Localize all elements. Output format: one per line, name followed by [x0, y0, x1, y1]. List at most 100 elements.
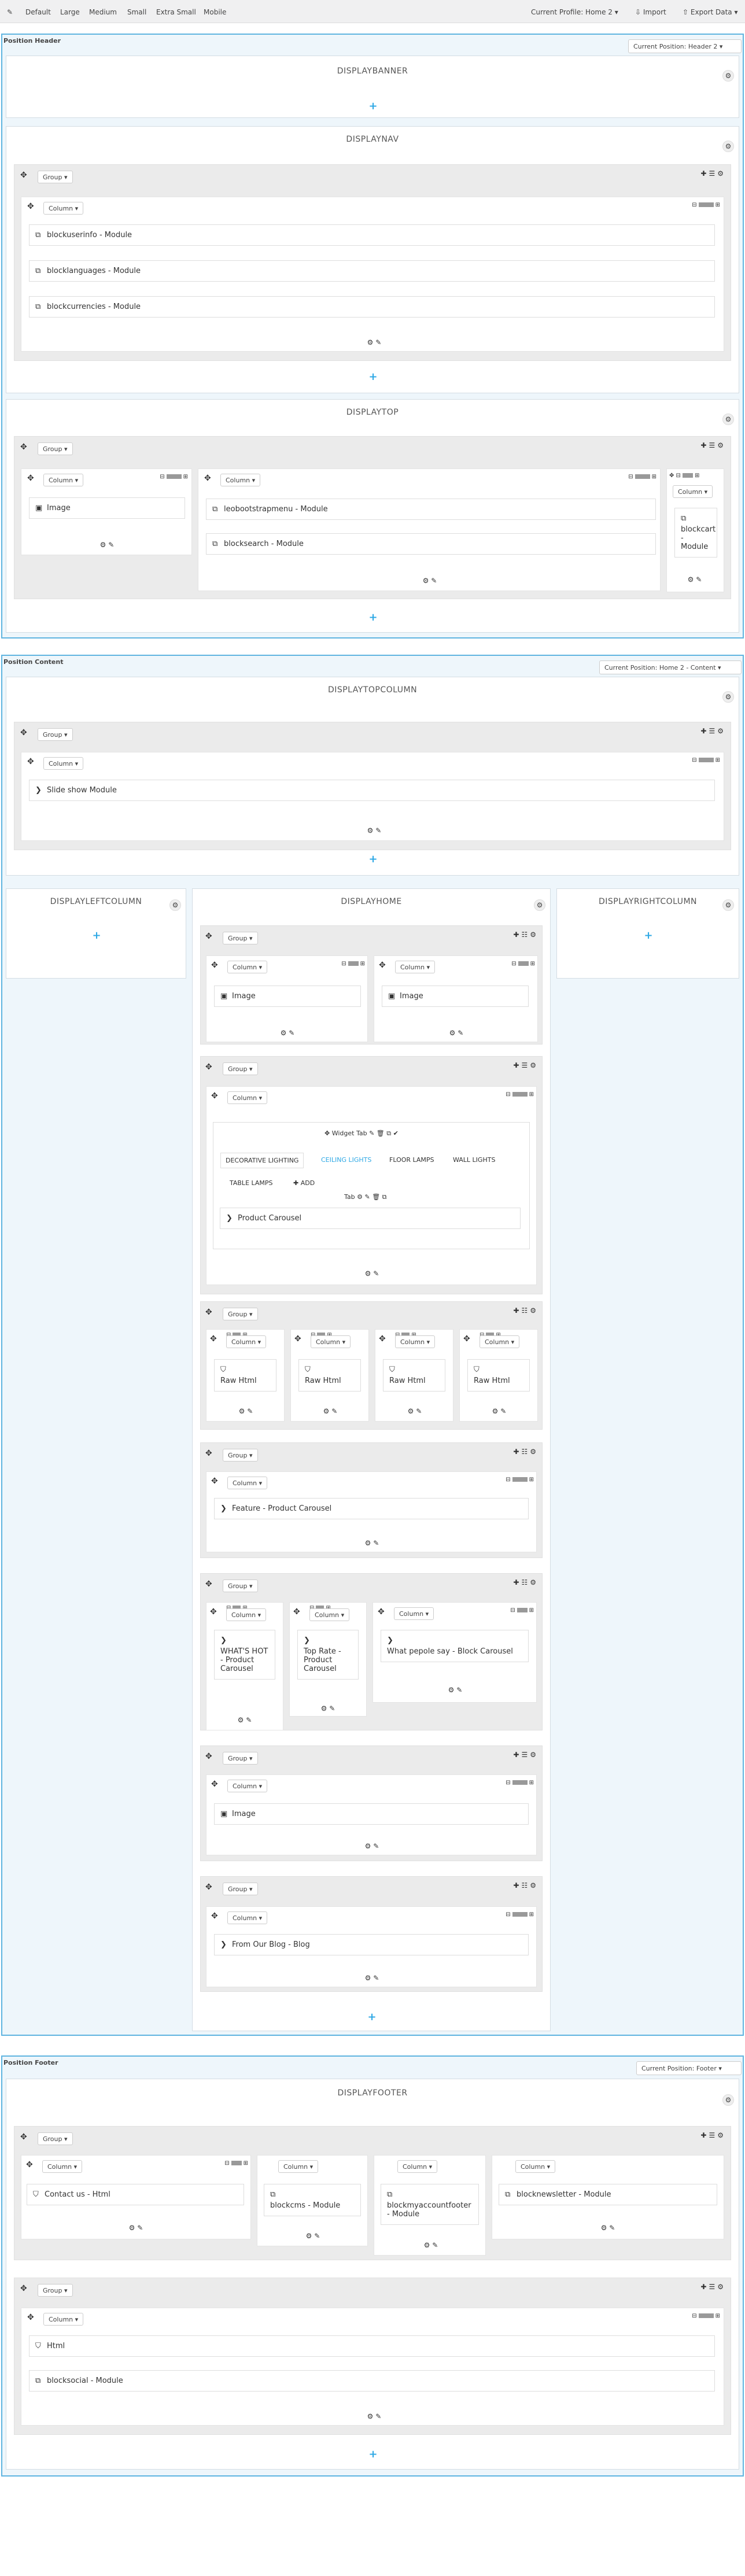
module-feature-carousel[interactable]: ❯ Feature - Product Carousel: [214, 1498, 529, 1519]
move-icon[interactable]: ✥: [293, 1607, 300, 1617]
column-tools[interactable]: ⊟⊞: [511, 961, 535, 967]
column-edit-icons[interactable]: ⚙ ✎: [596, 2224, 619, 2232]
import-button[interactable]: ⇩ Import: [635, 8, 666, 16]
group-tools[interactable]: ✚☰⚙: [513, 1061, 539, 1069]
column-tools[interactable]: ⊟⊞: [506, 1477, 534, 1483]
move-icon[interactable]: ✥: [211, 961, 218, 970]
move-icon[interactable]: ✥: [27, 757, 34, 766]
move-icon[interactable]: ✥: [211, 1911, 218, 1921]
move-icon[interactable]: ✥: [205, 932, 212, 941]
column-dropdown[interactable]: Column ▾: [311, 1335, 351, 1348]
module-product-carousel[interactable]: ❯ Product Carousel: [220, 1208, 521, 1229]
group-dropdown[interactable]: Group ▾: [38, 2132, 73, 2145]
move-icon[interactable]: ✥: [205, 1062, 212, 1072]
raw-html-widget[interactable]: ⛉ Raw Html: [383, 1359, 445, 1392]
column-tools[interactable]: ⊟⊞: [506, 1091, 534, 1098]
raw-html-widget[interactable]: ⛉ Raw Html: [298, 1359, 361, 1392]
column-dropdown[interactable]: Column ▾: [395, 1335, 436, 1348]
image-widget[interactable]: ▣ Image: [382, 986, 529, 1007]
gear-icon[interactable]: ⚙: [722, 2094, 734, 2106]
raw-html-widget[interactable]: ⛉ Raw Html: [467, 1359, 530, 1392]
move-icon[interactable]: ✥: [205, 1449, 212, 1458]
column-dropdown[interactable]: Column ▾: [227, 961, 268, 973]
move-icon[interactable]: ✥: [20, 2132, 27, 2142]
move-icon[interactable]: ✥: [378, 1607, 385, 1617]
column-edit-icons[interactable]: ⚙ ✎: [419, 2241, 442, 2249]
footer-position-select[interactable]: Current Position: Footer ▾: [636, 2061, 742, 2075]
module-blocksearch[interactable]: ⧉ blocksearch - Module: [206, 533, 656, 555]
column-dropdown[interactable]: Column ▾: [309, 1608, 350, 1621]
group-tools[interactable]: ✚☰⚙: [700, 2131, 726, 2139]
column-tools[interactable]: ⊟⊞: [692, 757, 720, 763]
column-dropdown[interactable]: Column ▾: [220, 474, 261, 486]
raw-html-widget[interactable]: ⛉ Raw Html: [214, 1359, 276, 1392]
module-blocknewsletter[interactable]: ⧉ blocknewsletter - Module: [499, 2184, 717, 2205]
group-tools[interactable]: ✚☰⚙: [700, 169, 726, 178]
column-tools[interactable]: ⊟⊞: [692, 202, 720, 208]
column-dropdown[interactable]: Column ▾: [43, 474, 84, 486]
column-edit-icons[interactable]: ⚙ ✎: [444, 1686, 467, 1694]
add-group-button[interactable]: +: [367, 853, 379, 865]
html-widget[interactable]: ⛉ Html: [29, 2335, 715, 2357]
move-icon[interactable]: ✥: [205, 1883, 212, 1892]
device-mobile[interactable]: Mobile: [204, 8, 226, 16]
column-tools[interactable]: ⊟⊞: [628, 474, 657, 480]
group-dropdown[interactable]: Group ▾: [223, 1883, 258, 1895]
move-icon[interactable]: ✥: [27, 474, 34, 483]
group-dropdown[interactable]: Group ▾: [38, 2284, 73, 2297]
move-icon[interactable]: ✥: [20, 171, 27, 180]
gear-icon[interactable]: ⚙: [534, 899, 545, 911]
column-edit-icons[interactable]: ⚙ ✎: [363, 2412, 386, 2420]
module-blockmyaccountfooter[interactable]: ⧉ blockmyaccountfooter - Module: [381, 2184, 479, 2225]
content-position-select[interactable]: Current Position: Home 2 - Content ▾: [599, 660, 742, 674]
column-dropdown[interactable]: Column ▾: [395, 961, 436, 973]
column-tools[interactable]: ⊟⊞: [506, 1911, 534, 1918]
tab-ceiling-lights[interactable]: CEILING LIGHTS: [321, 1156, 371, 1164]
group-tools[interactable]: ✚☷⚙: [513, 931, 539, 939]
add-group-button[interactable]: +: [91, 929, 102, 942]
column-dropdown[interactable]: Column ▾: [43, 202, 84, 215]
column-dropdown[interactable]: Column ▾: [227, 1091, 268, 1104]
column-dropdown[interactable]: Column ▾: [480, 1335, 520, 1348]
column-edit-icons[interactable]: ⚙ ✎: [445, 1029, 468, 1037]
image-widget[interactable]: ▣ Image: [29, 497, 185, 519]
add-group-button[interactable]: +: [643, 929, 654, 942]
move-icon[interactable]: ✥: [205, 1752, 212, 1761]
column-dropdown[interactable]: Column ▾: [42, 2160, 83, 2173]
column-edit-icons[interactable]: ⚙ ✎: [276, 1029, 299, 1037]
module-what-people-say[interactable]: ❯ What pepole say - Block Carousel: [381, 1630, 529, 1662]
column-dropdown[interactable]: Column ▾: [227, 1911, 268, 1924]
group-tools[interactable]: ✚☰⚙: [513, 1751, 539, 1759]
gear-icon[interactable]: ⚙: [722, 414, 734, 425]
module-blockcurrencies[interactable]: ⧉ blockcurrencies - Module: [29, 296, 715, 318]
move-icon[interactable]: ✥: [463, 1334, 470, 1344]
column-edit-icons[interactable]: ⚙ ✎: [363, 338, 386, 346]
gear-icon[interactable]: ⚙: [722, 70, 734, 82]
module-blog[interactable]: ❯ From Our Blog - Blog: [214, 1934, 529, 1955]
column-dropdown[interactable]: Column ▾: [226, 1608, 267, 1621]
column-edit-icons[interactable]: ⚙ ✎: [233, 1716, 256, 1724]
move-icon[interactable]: ✥: [204, 474, 211, 483]
column-edit-icons[interactable]: ⚙ ✎: [403, 1407, 426, 1415]
move-icon[interactable]: ✥: [27, 2313, 34, 2322]
tab-wall-lights[interactable]: WALL LIGHTS: [453, 1156, 495, 1164]
module-whats-hot[interactable]: ❯ WHAT'S HOT - Product Carousel: [214, 1630, 275, 1680]
column-dropdown[interactable]: Column ▾: [43, 2313, 84, 2326]
move-icon[interactable]: ✥: [211, 1091, 218, 1101]
group-tools[interactable]: ✚☷⚙: [513, 1307, 539, 1315]
image-widget[interactable]: ▣ Image: [214, 1803, 529, 1825]
group-dropdown[interactable]: Group ▾: [223, 1752, 258, 1765]
module-blockuserinfo[interactable]: ⧉ blockuserinfo - Module: [29, 224, 715, 246]
column-dropdown[interactable]: Column ▾: [227, 1780, 268, 1792]
column-edit-icons[interactable]: ⚙ ✎: [360, 1974, 383, 1982]
device-small[interactable]: Small: [127, 8, 146, 16]
group-tools[interactable]: ✚☰⚙: [700, 2283, 726, 2291]
column-edit-icons[interactable]: ⚙ ✎: [234, 1407, 257, 1415]
column-tools[interactable]: ⊟⊞: [341, 961, 365, 967]
wrench-icon[interactable]: ✎: [7, 8, 13, 16]
column-tools[interactable]: ✥ ⊟ ⊞: [669, 473, 699, 479]
group-dropdown[interactable]: Group ▾: [223, 1308, 258, 1320]
tab-table-lamps[interactable]: TABLE LAMPS: [230, 1179, 273, 1187]
column-dropdown[interactable]: Column ▾: [394, 1607, 434, 1620]
group-tools[interactable]: ✚☷⚙: [513, 1578, 539, 1586]
